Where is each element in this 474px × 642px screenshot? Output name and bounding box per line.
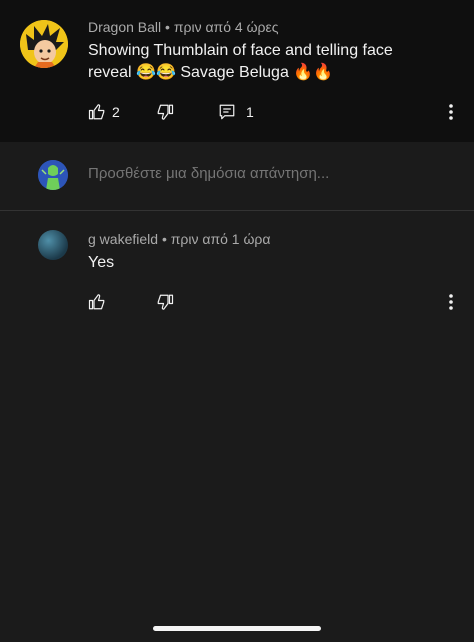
reply-input[interactable] xyxy=(88,165,448,182)
comment-time: πριν από 1 ώρα xyxy=(170,231,271,247)
thumb-down-icon xyxy=(157,104,174,120)
reply-composer xyxy=(0,142,474,211)
comment-meta: Dragon Ball • πριν από 4 ώρες xyxy=(88,19,278,35)
avatar-g-wakefield[interactable] xyxy=(38,230,68,260)
comment-dragon-ball: Dragon Ball • πριν από 4 ώρες Showing Th… xyxy=(0,0,474,142)
like-count: 2 xyxy=(112,104,120,120)
more-vertical-icon xyxy=(449,104,453,120)
user-avatar-image xyxy=(38,160,68,190)
meta-separator: • xyxy=(165,19,174,35)
more-vertical-icon xyxy=(449,294,453,310)
thumb-up-icon xyxy=(88,294,105,310)
more-options-button[interactable] xyxy=(448,103,454,121)
current-user-avatar[interactable] xyxy=(38,160,68,190)
comment-author[interactable]: Dragon Ball xyxy=(88,19,161,35)
avatar-dragon-ball[interactable] xyxy=(20,20,68,68)
comment-text: Yes xyxy=(88,254,115,271)
comment-meta: g wakefield • πριν από 1 ώρα xyxy=(88,231,270,247)
like-button[interactable] xyxy=(88,293,106,311)
thumb-down-icon xyxy=(157,294,174,310)
more-options-button[interactable] xyxy=(448,293,454,311)
dislike-button[interactable] xyxy=(156,293,174,311)
comment-time: πριν από 4 ώρες xyxy=(173,19,279,35)
comment-author[interactable]: g wakefield xyxy=(88,231,158,247)
reply-count: 1 xyxy=(246,104,254,120)
home-indicator[interactable] xyxy=(153,626,321,631)
meta-separator: • xyxy=(161,231,171,247)
comment-icon xyxy=(219,104,235,120)
goku-avatar-image xyxy=(20,20,68,68)
like-button[interactable]: 2 xyxy=(88,103,120,121)
replies-button[interactable]: 1 xyxy=(218,103,254,121)
dislike-button[interactable] xyxy=(156,103,174,121)
comment-text: Showing Thumblain of face and telling fa… xyxy=(88,42,393,81)
thumb-up-icon xyxy=(88,104,105,120)
